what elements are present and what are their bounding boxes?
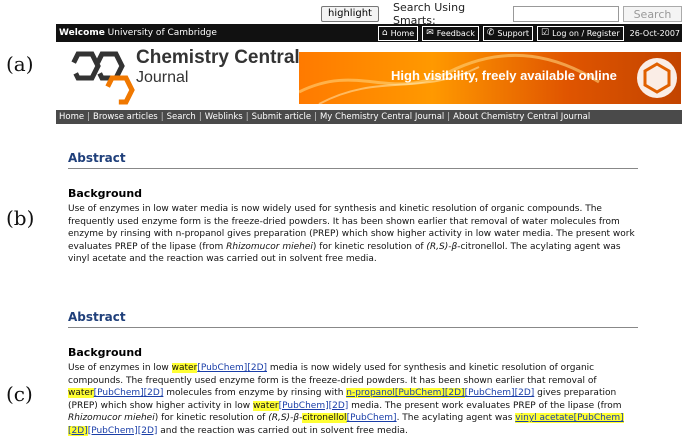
support-icon: ✆ bbox=[486, 28, 495, 38]
date: 26-Oct-2007 bbox=[629, 28, 680, 38]
abstract-text: media. The present work evaluates PREP o… bbox=[348, 400, 622, 411]
highlighted-term: water bbox=[68, 388, 94, 398]
pubchem-link[interactable]: [2D] bbox=[144, 388, 164, 398]
abstract-text: ) for kinetic resolution of bbox=[312, 241, 427, 252]
highlighted-term: citronellol bbox=[302, 413, 347, 423]
nav-weblinks[interactable]: Weblinks bbox=[202, 112, 246, 122]
journal-subtitle: Journal bbox=[136, 69, 189, 86]
journal-site-header: highlight Search Using Smarts: Search We… bbox=[56, 1, 682, 124]
chemistry-central-logo-icon bbox=[69, 51, 135, 105]
nav-about[interactable]: About Chemistry Central Journal bbox=[450, 112, 593, 122]
pubchem-link[interactable]: [PubChem] bbox=[94, 388, 144, 398]
home-icon: ⌂ bbox=[381, 28, 388, 38]
pubchem-link[interactable]: [PubChem] bbox=[197, 363, 247, 373]
top-links: ⌂ Home ✉ Feedback ✆ Support ☑ Log on / Regis… bbox=[377, 25, 682, 41]
italic-term: Rhizomucor miehei bbox=[68, 413, 155, 423]
panel-label-a: (a) bbox=[6, 52, 34, 76]
nav-submit-article[interactable]: Submit article bbox=[249, 112, 315, 122]
mail-icon: ✉ bbox=[426, 28, 434, 38]
italic-term: (R,S)-β bbox=[268, 413, 300, 423]
panel-label-c: (c) bbox=[6, 382, 33, 406]
pubchem-link[interactable]: [2D] bbox=[515, 388, 535, 398]
abstract-title: Abstract bbox=[68, 151, 638, 169]
pubchem-link[interactable]: [PubChem] bbox=[347, 413, 397, 423]
highlighted-term: water bbox=[171, 363, 198, 373]
abstract-text: . The acylating agent was bbox=[396, 413, 516, 423]
background-heading: Background bbox=[68, 346, 143, 359]
highlighted-term: water bbox=[252, 400, 279, 411]
background-heading: Background bbox=[68, 187, 143, 200]
search-button[interactable]: Search bbox=[622, 6, 682, 22]
welcome-text: Welcome University of Cambridge bbox=[59, 28, 217, 38]
abstract-text: Use of enzymes in low bbox=[68, 363, 172, 373]
abstract-body-annotated: Use of enzymes in low water[PubChem][2D]… bbox=[68, 362, 638, 437]
journal-title: Chemistry Central bbox=[136, 47, 300, 68]
highlighted-pubchem-link[interactable]: n-propanol[PubChem][2D] bbox=[346, 388, 465, 398]
main-nav: Home | Browse articles | Search | Weblinks |… bbox=[56, 110, 682, 124]
abstract-annotated: Abstract Background Use of enzymes in lo… bbox=[68, 310, 638, 437]
abstract-text: molecules from enzyme by rinsing with bbox=[163, 388, 347, 398]
feedback-link[interactable]: ✉ Feedback bbox=[422, 25, 479, 41]
smarts-search-input[interactable] bbox=[512, 6, 619, 22]
italic-term: (R,S)-β bbox=[426, 241, 458, 252]
home-link[interactable]: ⌂ Home bbox=[377, 25, 419, 41]
nav-search[interactable]: Search bbox=[164, 112, 199, 122]
highlight-button[interactable]: highlight bbox=[321, 6, 379, 22]
smarts-search-bar: highlight Search Using Smarts: Search bbox=[321, 1, 682, 27]
checkbox-icon: ☑ bbox=[541, 28, 550, 38]
abstract-body: Use of enzymes in low water media is now… bbox=[68, 203, 638, 266]
italic-term: Rhizomucor miehei bbox=[226, 241, 313, 252]
pubchem-link[interactable]: [PubChem] bbox=[279, 401, 329, 411]
pubchem-link[interactable]: [2D] bbox=[138, 426, 158, 436]
promo-banner[interactable]: High visibility, freely available online bbox=[299, 52, 681, 104]
nav-home[interactable]: Home bbox=[56, 112, 87, 122]
abstract-title: Abstract bbox=[68, 310, 638, 328]
nav-browse-articles[interactable]: Browse articles bbox=[90, 112, 161, 122]
abstract-text: ) for kinetic resolution of bbox=[154, 413, 269, 423]
top-bar: Welcome University of Cambridge ⌂ Home ✉ F… bbox=[56, 24, 682, 42]
pubchem-link[interactable]: [2D] bbox=[247, 363, 267, 373]
nav-my-journal[interactable]: My Chemistry Central Journal bbox=[317, 112, 447, 122]
pubchem-link[interactable]: [PubChem] bbox=[465, 388, 515, 398]
journal-logo[interactable]: Chemistry Central Journal bbox=[56, 44, 300, 106]
abstract-plain: Abstract Background Use of enzymes in lo… bbox=[68, 151, 638, 266]
abstract-text: and the reaction was carried out in solv… bbox=[157, 425, 408, 436]
panel-label-b: (b) bbox=[6, 206, 35, 230]
support-link[interactable]: ✆ Support bbox=[482, 25, 534, 41]
pubchem-link[interactable]: [2D] bbox=[329, 401, 349, 411]
pubchem-link[interactable]: [PubChem] bbox=[88, 426, 138, 436]
banner-text: High visibility, freely available online bbox=[391, 68, 617, 83]
logon-register-link[interactable]: ☑ Log on / Register bbox=[537, 25, 624, 41]
